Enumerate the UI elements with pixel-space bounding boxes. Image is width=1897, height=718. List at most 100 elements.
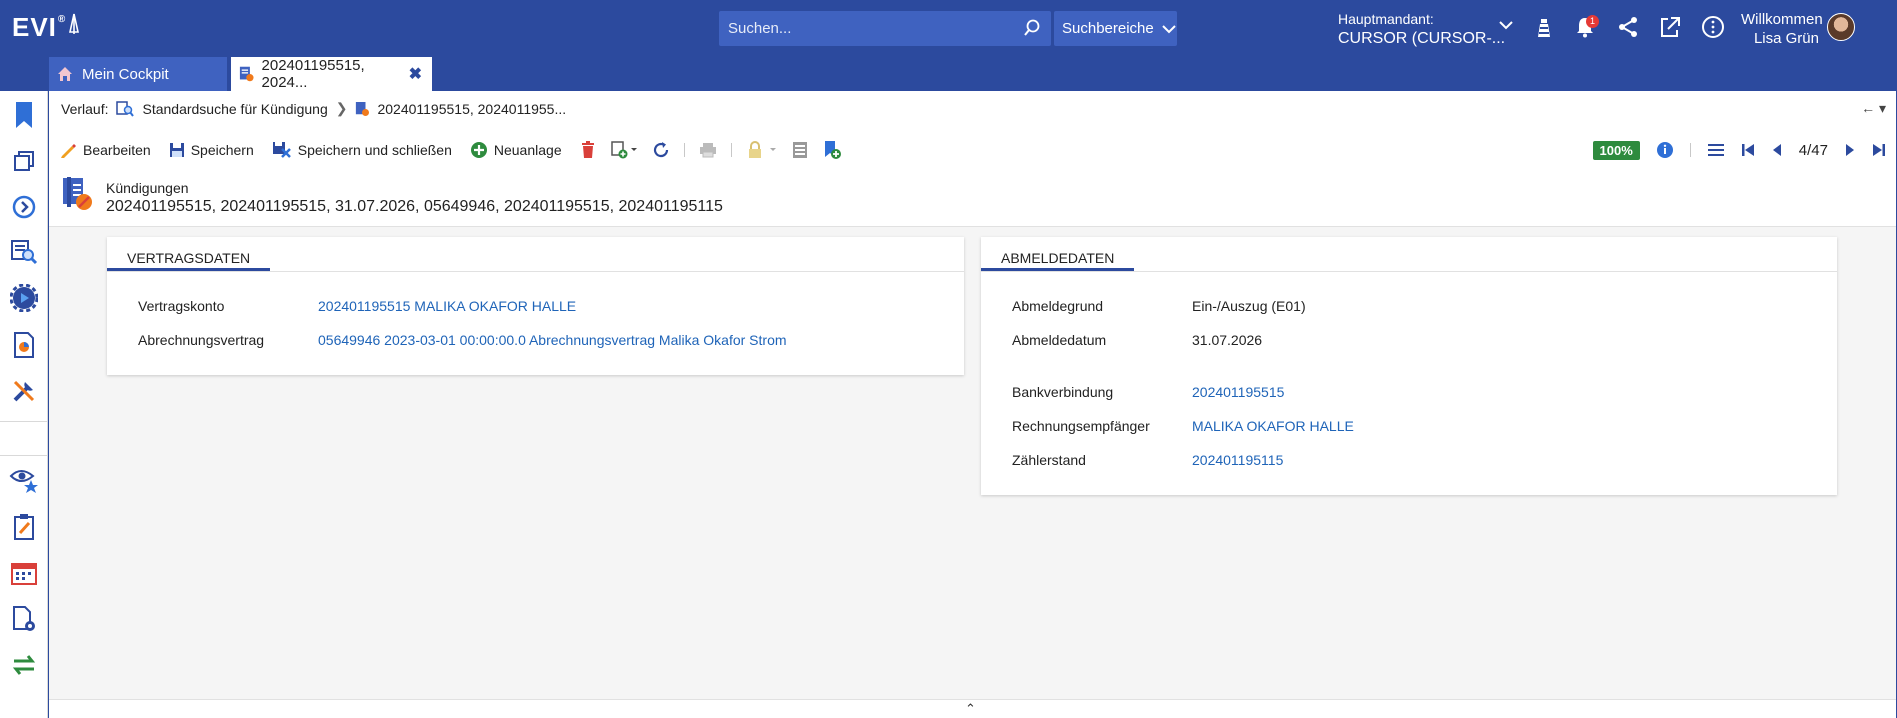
logo-text: EVI <box>12 12 57 42</box>
field-label: Abrechnungsvertrag <box>138 332 265 348</box>
field-label: Vertragskonto <box>138 298 225 314</box>
save-label: Speichern <box>190 142 254 158</box>
new-record-button[interactable]: Neuanlage <box>470 141 562 159</box>
record-navigation: 100% 4/47 <box>1592 137 1886 163</box>
global-search <box>719 11 1051 46</box>
welcome-label: Willkommen <box>1741 11 1823 28</box>
tab-vertragsdaten[interactable]: VERTRAGSDATEN <box>107 237 271 271</box>
cancellation-record-icon <box>239 66 254 82</box>
bottom-panel-bar: ⌃ <box>49 699 1896 718</box>
delete-icon[interactable] <box>580 141 596 159</box>
vertragsdaten-panel: VERTRAGSDATEN Vertragskonto 202401195515… <box>107 237 964 375</box>
mandant-selector[interactable]: Hauptmandant: CURSOR (CURSOR-... <box>1338 10 1505 48</box>
chevron-up-icon[interactable]: ⌃ <box>965 701 976 717</box>
breadcrumb-prefix: Verlauf: <box>61 100 109 117</box>
info-icon[interactable] <box>1656 141 1674 159</box>
first-record-icon[interactable] <box>1741 143 1755 157</box>
abmeldegrund-value: Ein-/Auszug (E01) <box>1192 298 1306 314</box>
windows-icon[interactable] <box>8 145 40 177</box>
tab-abmeldedaten[interactable]: ABMELDEDATEN <box>981 237 1135 271</box>
abrechnungsvertrag-link[interactable]: 05649946 2023-03-01 00:00:00.0 Abrechnun… <box>318 332 787 348</box>
copy-add-dropdown-icon[interactable] <box>610 141 638 159</box>
toolbar: Bearbeiten Speichern Speichern und schli… <box>59 137 856 163</box>
plus-circle-icon <box>470 142 487 158</box>
search-scope-label: Suchbereiche <box>1062 20 1154 37</box>
cancellation-record-icon <box>356 101 370 116</box>
field-label: Rechnungsempfänger <box>1012 418 1150 434</box>
document-settings-icon[interactable] <box>8 603 40 635</box>
next-record-icon[interactable] <box>1844 143 1856 157</box>
mandant-value: CURSOR (CURSOR-... <box>1338 30 1506 47</box>
main-content: Verlauf: Standardsuche für Kündigung ❯ 2… <box>49 91 1896 718</box>
chevron-down-icon <box>1162 24 1176 33</box>
cancellation-record-icon <box>63 177 92 210</box>
user-greeting[interactable]: Willkommen Lisa Grün <box>1741 10 1823 48</box>
breadcrumb-item[interactable]: Standardsuche für Kündigung <box>142 101 327 117</box>
search-icon[interactable] <box>1023 19 1041 37</box>
breadcrumb: Verlauf: Standardsuche für Kündigung ❯ 2… <box>61 100 566 117</box>
save-and-close-button[interactable]: Speichern und schließen <box>272 141 452 159</box>
logo-mark: ® <box>57 14 67 25</box>
bookmark-add-icon[interactable] <box>822 140 842 160</box>
tab-record[interactable]: 202401195515, 2024... ✖ <box>231 57 432 91</box>
completeness-badge: 100% <box>1592 140 1640 160</box>
last-record-icon[interactable] <box>1872 143 1886 157</box>
lock-dropdown-icon[interactable] <box>746 141 778 159</box>
history-icon[interactable] <box>8 191 40 223</box>
mandant-label: Hauptmandant: <box>1338 11 1434 27</box>
chevron-down-icon[interactable] <box>1499 20 1513 30</box>
edit-button[interactable]: Bearbeiten <box>59 141 151 159</box>
tab-mein-cockpit[interactable]: Mein Cockpit <box>49 57 227 91</box>
history-back-dropdown[interactable]: ← ▾ <box>1861 100 1886 117</box>
record-title: 202401195515, 202401195515, 31.07.2026, … <box>106 198 723 215</box>
report-icon[interactable] <box>8 329 40 361</box>
edit-label: Bearbeiten <box>83 142 151 158</box>
abmeldedatum-value: 31.07.2026 <box>1192 332 1263 348</box>
top-bar: EVI® Suchbereiche Hauptmandant: CURSOR (… <box>0 0 1897 56</box>
field-label: Zählerstand <box>1012 452 1086 468</box>
bankverbindung-link[interactable]: 202401195515 <box>1192 384 1284 400</box>
close-tab-icon[interactable]: ✖ <box>409 64 422 84</box>
save-button[interactable]: Speichern <box>169 142 254 158</box>
search-input[interactable] <box>719 20 1009 37</box>
automation-gear-icon[interactable] <box>8 282 40 314</box>
toolbar-divider <box>730 143 732 157</box>
breadcrumb-item[interactable]: 202401195515, 2024011955... <box>377 101 566 117</box>
clipboard-edit-icon[interactable] <box>8 511 40 543</box>
home-icon <box>58 67 72 81</box>
rechnungsempfaenger-link[interactable]: MALIKA OKAFOR HALLE <box>1192 418 1354 434</box>
sync-icon[interactable] <box>8 649 40 681</box>
previous-record-icon[interactable] <box>1771 143 1783 157</box>
save-close-label: Speichern und schließen <box>297 142 452 158</box>
print-icon[interactable] <box>699 142 717 158</box>
record-header: Verlauf: Standardsuche für Kündigung ❯ 2… <box>49 91 1896 227</box>
toolbar-divider <box>1689 143 1691 157</box>
field-label: Abmeldedatum <box>1012 332 1107 348</box>
tab-label: Mein Cockpit <box>82 65 169 83</box>
refresh-icon[interactable] <box>652 141 670 159</box>
record-type: Kündigungen <box>106 180 189 196</box>
sidebar-divider <box>0 455 48 456</box>
search-scope-dropdown[interactable]: Suchbereiche <box>1054 11 1177 46</box>
save-close-icon <box>272 142 291 158</box>
zaehlerstand-link[interactable]: 202401195115 <box>1192 452 1283 468</box>
search-document-icon <box>116 100 135 117</box>
tools-icon[interactable] <box>8 375 40 407</box>
bookmark-icon[interactable] <box>8 99 40 131</box>
list-menu-icon[interactable] <box>1707 142 1725 158</box>
evi-logo[interactable]: EVI ® <box>12 12 80 43</box>
vertragskonto-link[interactable]: 202401195515 MALIKA OKAFOR HALLE <box>318 298 576 314</box>
new-record-label: Neuanlage <box>493 142 562 158</box>
layout-icon[interactable] <box>792 141 808 159</box>
sail-icon <box>69 13 80 34</box>
panel-divider <box>981 271 1837 272</box>
toolbar-divider <box>683 143 685 157</box>
avatar[interactable] <box>1827 13 1855 41</box>
external-link-icon[interactable] <box>1659 15 1681 39</box>
share-icon[interactable] <box>1617 15 1639 39</box>
watch-favorite-icon[interactable] <box>8 464 40 496</box>
more-options-icon[interactable] <box>1701 15 1725 39</box>
search-document-icon[interactable] <box>8 236 40 268</box>
calendar-icon[interactable] <box>8 557 40 589</box>
lighthouse-icon[interactable] <box>1535 15 1553 39</box>
